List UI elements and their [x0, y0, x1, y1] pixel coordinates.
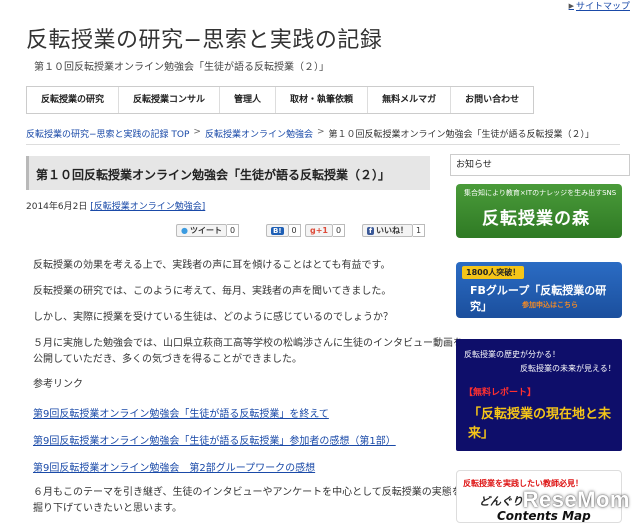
main-nav: 反転授業の研究 反転授業コンサル 管理人 取材・執筆依頼 無料メルマガ お問い合… [26, 86, 535, 114]
tweet-count: 0 [226, 224, 240, 237]
breadcrumb-current: 第１０回反転授業オンライン勉強会「生徒が語る反転授業（２）」 [328, 130, 595, 140]
paragraph: 掘り下げていきたいと思います。 [33, 503, 182, 514]
banner-caption: 参加申込はこちら [522, 301, 578, 309]
gplus-count: 0 [333, 224, 346, 237]
breadcrumb: 反転授業の研究−思索と実践の記録 TOP > 反転授業オンライン勉強会 > 第１… [26, 127, 594, 140]
reference-link[interactable]: 第9回反転授業オンライン勉強会「生徒が語る反転授業」参加者の感想（第1部） [33, 432, 396, 447]
nav-item-admin[interactable]: 管理人 [219, 87, 275, 113]
tweet-share[interactable]: ● ツイート 0 [176, 224, 240, 237]
post-category-link[interactable]: [反転授業オンライン勉強会] [90, 202, 205, 212]
banner-caption: どんぐり [479, 495, 523, 508]
tweet-button[interactable]: ● ツイート [176, 224, 227, 237]
nav-item-contact[interactable]: お問い合わせ [450, 87, 535, 113]
top-bar: ▶ サイトマップ [0, 0, 640, 13]
like-label: いいね！ [376, 226, 409, 235]
google-plus-icon: g+1 [310, 226, 328, 235]
post-date: 2014年6月2日 [26, 202, 88, 212]
breadcrumb-home[interactable]: 反転授業の研究−思索と実践の記録 TOP [26, 127, 189, 140]
nav-item-consulting[interactable]: 反転授業コンサル [118, 87, 219, 113]
paragraph: 反転授業の効果を考える上で、実践者の声に耳を傾けることはとても有益です。 [33, 260, 391, 271]
breadcrumb-separator: > [193, 127, 201, 137]
hatena-bookmark-icon: B! [271, 226, 284, 235]
banner-hanten-forest[interactable]: 集合知により教育×ITのナレッジを生み出すSNS 反転授業の森 [456, 184, 622, 238]
like-count: 1 [413, 224, 426, 237]
post-title: 第１０回反転授業オンライン勉強会「生徒が語る反転授業（２）」 [36, 168, 391, 182]
nav-item-press[interactable]: 取材・執筆依頼 [275, 87, 367, 113]
sidebar-heading: お知らせ [450, 154, 630, 176]
hatena-button[interactable]: B! [266, 224, 289, 237]
banner-title: 反転授業の森 [482, 209, 590, 229]
banner-caption: 反転授業の歴史が分かる！ [464, 350, 560, 359]
banner-title: 「反転授業の現在地と未来」 [468, 407, 612, 441]
nav-item-research[interactable]: 反転授業の研究 [26, 87, 118, 113]
breadcrumb-category[interactable]: 反転授業オンライン勉強会 [205, 127, 313, 140]
banner-caption: 反転授業の未来が見える！ [520, 364, 616, 373]
reference-heading: 参考リンク [33, 379, 83, 390]
nav-item-newsletter[interactable]: 無料メルマガ [367, 87, 450, 113]
twitter-icon: ● [181, 226, 188, 235]
paragraph: 公開していただき、多くの気づきを得ることができました。 [33, 354, 302, 365]
paragraph: しかし、実際に授業を受けている生徒は、どのように感じているのでしょうか？ [33, 312, 393, 323]
watermark-logo: ReseMom [522, 487, 630, 512]
paragraph: ６月もこのテーマを引き継ぎ、生徒のインタビューやアンケートを中心として反転授業の… [33, 487, 462, 498]
paragraph: ５月に実施した勉強会では、山口県立萩商工高等学校の松嶋渉さんに生徒のインタビュー… [33, 338, 463, 349]
hatena-count: 0 [288, 224, 301, 237]
banner-fb-group[interactable]: 1800人突破！ FBグループ「反転授業の研究」 参加申込はこちら [456, 262, 622, 318]
sitemap-label: サイトマップ [575, 2, 630, 12]
divider [26, 144, 620, 145]
facebook-icon: f [367, 226, 375, 235]
facebook-share[interactable]: f いいね！ 1 [362, 224, 426, 237]
gplus-button[interactable]: g+1 [305, 224, 333, 237]
banner-badge: 1800人突破！ [462, 266, 525, 279]
triangle-icon: ▶ [568, 1, 574, 10]
site-subtitle: 第１０回反転授業オンライン勉強会「生徒が語る反転授業（２）」 [34, 62, 329, 73]
breadcrumb-separator: > [316, 127, 325, 137]
reference-link[interactable]: 第9回反転授業オンライン勉強会 第2部グループワークの感想 [33, 459, 315, 474]
banner-free-report[interactable]: 反転授業の歴史が分かる！ 反転授業の未来が見える！ 【無料レポート】 「反転授業… [456, 339, 622, 451]
post-meta: 2014年6月2日 [反転授業オンライン勉強会] [26, 199, 205, 212]
gplus-share[interactable]: g+1 0 [305, 224, 346, 237]
banner-badge: 【無料レポート】 [464, 388, 537, 398]
like-button[interactable]: f いいね！ [362, 224, 414, 237]
tweet-label: ツイート [189, 226, 222, 235]
banner-caption: 集合知により教育×ITのナレッジを生み出すSNS [464, 189, 617, 197]
sitemap-link[interactable]: ▶ サイトマップ [568, 0, 630, 13]
hatena-share[interactable]: B! 0 [266, 224, 301, 237]
site-title[interactable]: 反転授業の研究−思索と実践の記録 [26, 22, 382, 54]
paragraph: 反転授業の研究では、このように考えて、毎月、実践者の声を聞いてきました。 [33, 286, 392, 297]
reference-link[interactable]: 第9回反転授業オンライン勉強会「生徒が語る反転授業」を終えて [33, 405, 329, 420]
